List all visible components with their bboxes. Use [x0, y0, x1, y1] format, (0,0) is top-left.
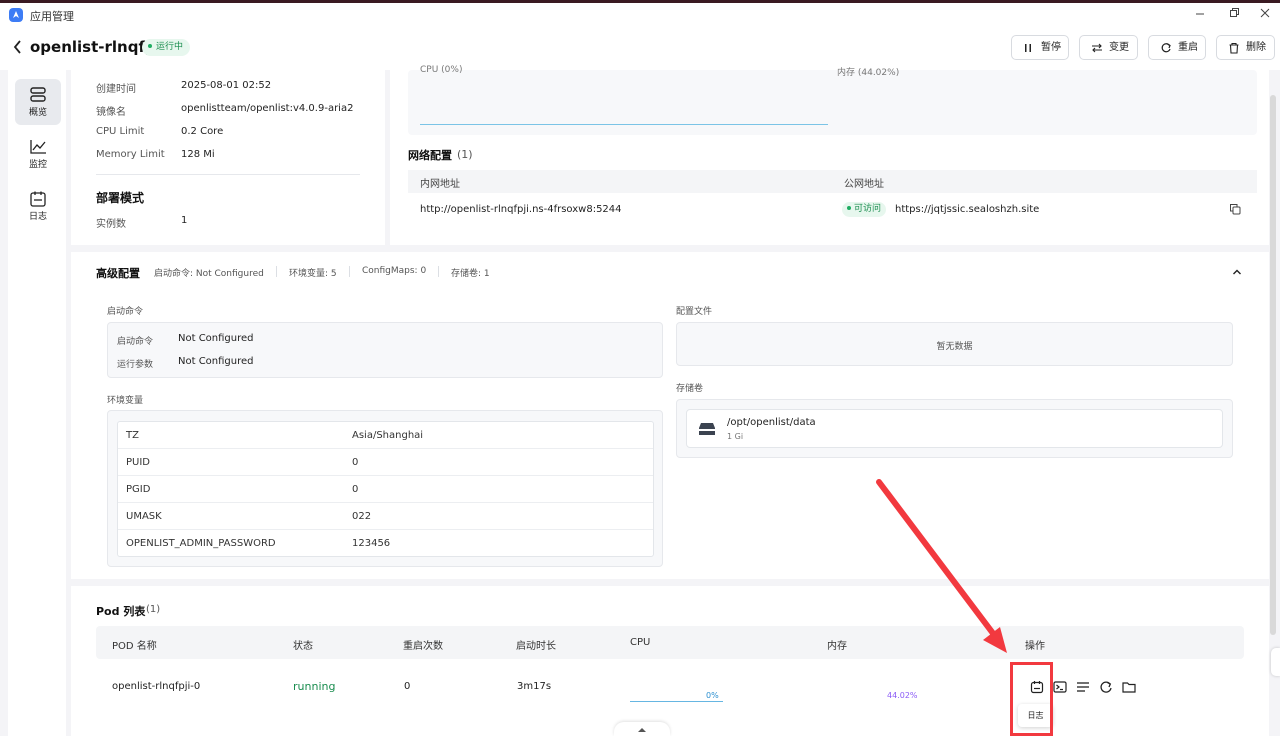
vertical-scrollbar[interactable]	[1270, 95, 1276, 635]
scroll-up-handle[interactable]	[614, 722, 670, 736]
annotation-arrow	[876, 479, 1007, 653]
side-drawer-handle[interactable]	[1271, 648, 1280, 676]
